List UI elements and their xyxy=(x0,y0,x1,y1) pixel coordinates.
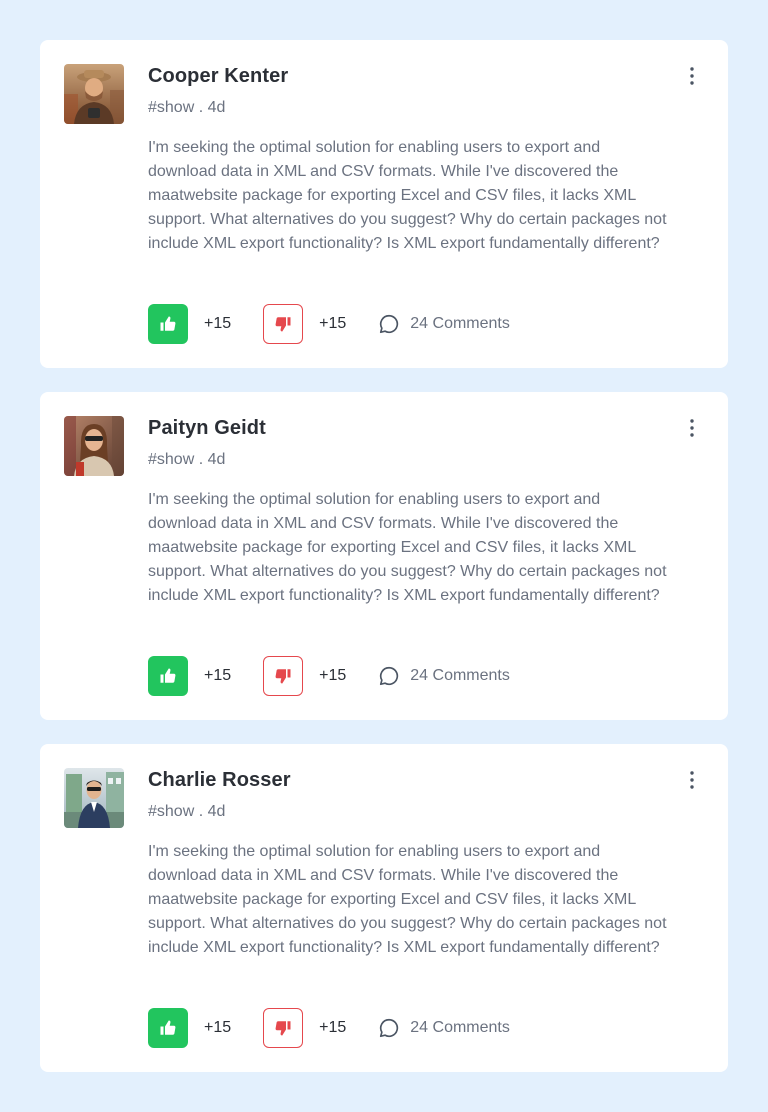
avatar[interactable] xyxy=(64,768,124,828)
comments-link[interactable]: 24 Comments xyxy=(378,665,510,687)
dislike-button[interactable] xyxy=(263,1008,304,1048)
more-options-icon[interactable] xyxy=(680,768,704,792)
post-card: Paityn Geidt #show . 4d I'm seeking the … xyxy=(40,392,728,720)
dislike-button[interactable] xyxy=(263,656,304,696)
thumbs-down-icon xyxy=(275,1021,291,1036)
like-count: +15 xyxy=(204,667,232,684)
post-body: I'm seeking the optimal solution for ena… xyxy=(148,139,667,252)
author-name[interactable]: Cooper Kenter xyxy=(148,65,288,88)
thumbs-up-icon xyxy=(160,668,176,683)
post-body: I'm seeking the optimal solution for ena… xyxy=(148,843,667,956)
more-options-icon[interactable] xyxy=(680,416,704,440)
post-meta: #show . 4d xyxy=(148,803,226,820)
comment-bubble-icon xyxy=(380,1018,399,1038)
like-count: +15 xyxy=(204,315,232,332)
comments-count: 24 Comments xyxy=(410,315,510,332)
post-actions: +15 +15 24 Comments xyxy=(148,304,510,344)
comment-bubble-icon xyxy=(380,666,399,686)
thumbs-down-icon xyxy=(275,669,291,684)
post-card: Charlie Rosser #show . 4d I'm seeking th… xyxy=(40,744,728,1072)
post-body: I'm seeking the optimal solution for ena… xyxy=(148,491,667,604)
thumbs-up-icon xyxy=(160,316,176,331)
like-button[interactable] xyxy=(148,1008,188,1048)
avatar[interactable] xyxy=(64,416,124,476)
more-options-icon[interactable] xyxy=(680,64,704,88)
comments-count: 24 Comments xyxy=(410,667,510,684)
dislike-count: +15 xyxy=(319,315,347,332)
post-actions: +15 +15 24 Comments xyxy=(148,656,510,696)
avatar[interactable] xyxy=(64,64,124,124)
post-actions: +15 +15 24 Comments xyxy=(148,1008,510,1048)
thumbs-down-icon xyxy=(275,317,291,332)
dislike-button[interactable] xyxy=(263,304,304,344)
post-meta: #show . 4d xyxy=(148,451,226,468)
comments-link[interactable]: 24 Comments xyxy=(378,313,510,335)
like-button[interactable] xyxy=(148,304,188,344)
author-name[interactable]: Charlie Rosser xyxy=(148,769,291,792)
comments-link[interactable]: 24 Comments xyxy=(378,1017,510,1039)
dislike-count: +15 xyxy=(319,667,347,684)
comments-count: 24 Comments xyxy=(410,1019,510,1036)
post-meta: #show . 4d xyxy=(148,99,226,116)
comment-bubble-icon xyxy=(380,314,399,334)
author-name[interactable]: Paityn Geidt xyxy=(148,417,266,440)
post-card: Cooper Kenter #show . 4d I'm seeking the… xyxy=(40,40,728,368)
dislike-count: +15 xyxy=(319,1019,347,1036)
post-feed: Cooper Kenter #show . 4d I'm seeking the… xyxy=(0,0,768,1072)
like-button[interactable] xyxy=(148,656,188,696)
like-count: +15 xyxy=(204,1019,232,1036)
thumbs-up-icon xyxy=(160,1020,176,1035)
